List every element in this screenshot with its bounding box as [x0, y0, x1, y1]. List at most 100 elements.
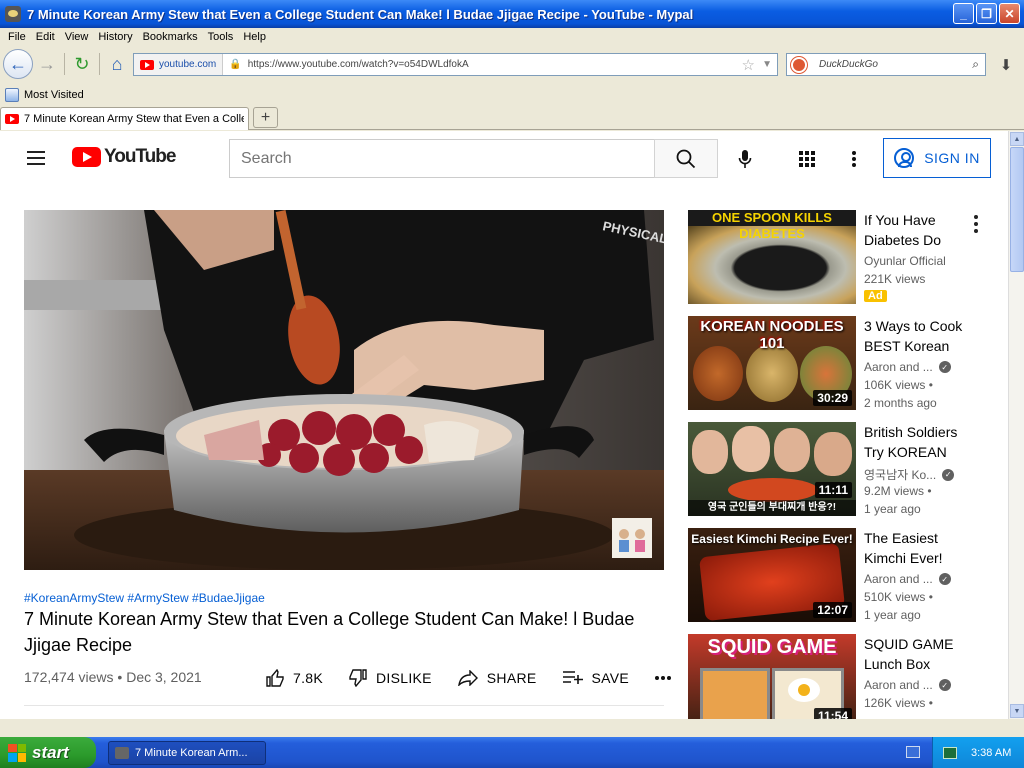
- view-count: 172,474 views: [24, 669, 114, 685]
- share-button[interactable]: SHARE: [457, 670, 537, 686]
- site-identity[interactable]: youtube.com: [134, 54, 224, 75]
- tab-active[interactable]: 7 Minute Korean Army Stew that Even a Co…: [0, 107, 249, 130]
- view-count: 106K views •: [864, 378, 933, 392]
- dislike-button[interactable]: DISLIKE: [349, 669, 432, 687]
- most-visited-bookmark[interactable]: Most Visited: [24, 89, 84, 101]
- view-count: 126K views •: [864, 696, 933, 710]
- video-duration: 11:11: [814, 482, 852, 498]
- search-engine-box[interactable]: DuckDuckGo ⌕: [786, 53, 986, 76]
- recommendation-item[interactable]: 영국 군인들의 부대찌개 반응?! 11:11 British Soldiers…: [688, 422, 998, 518]
- search-input[interactable]: [241, 149, 641, 168]
- youtube-logo[interactable]: YouTube: [72, 146, 176, 168]
- start-label: start: [32, 742, 69, 762]
- downloads-button[interactable]: ⬇: [994, 53, 1018, 76]
- channel-name[interactable]: Aaron and ... ✓: [864, 360, 951, 374]
- save-button[interactable]: SAVE: [562, 670, 630, 686]
- thumbnail-caption: KOREAN NOODLES 101: [700, 318, 844, 352]
- new-tab-button[interactable]: +: [253, 107, 278, 128]
- scroll-up-icon[interactable]: ▲: [1010, 132, 1024, 146]
- history-dropdown-icon[interactable]: ▼: [762, 59, 772, 70]
- menu-file[interactable]: File: [8, 31, 26, 43]
- recommendation-title[interactable]: SQUID GAME Lunch Box: [864, 634, 974, 674]
- recommendation-thumbnail[interactable]: SQUID GAME 11:54: [688, 634, 856, 719]
- section-divider: [24, 705, 664, 706]
- more-actions-button[interactable]: [655, 676, 680, 680]
- forward-button[interactable]: →: [33, 51, 61, 77]
- youtube-favicon-icon: [140, 59, 154, 70]
- mypal-app-icon: [5, 6, 21, 22]
- recommendation-title[interactable]: British Soldiers Try KOREAN: [864, 422, 974, 462]
- upload-age: 2 months ago: [864, 396, 937, 410]
- taskbar-window-item[interactable]: 7 Minute Korean Arm...: [108, 741, 266, 765]
- account-icon: [894, 148, 915, 168]
- more-vertical-icon: [852, 151, 856, 167]
- network-icon[interactable]: [943, 746, 957, 759]
- minimize-button[interactable]: _: [953, 3, 974, 24]
- search-engine-placeholder: DuckDuckGo: [819, 59, 878, 70]
- more-vertical-icon[interactable]: [968, 214, 984, 234]
- video-duration: 12:07: [813, 602, 852, 618]
- recommendation-thumbnail[interactable]: KOREAN NOODLES 101 30:29: [688, 316, 856, 410]
- youtube-search-field[interactable]: [229, 139, 655, 178]
- close-button[interactable]: ✕: [999, 3, 1020, 24]
- more-horizontal-icon: [655, 676, 672, 680]
- clock[interactable]: 3:38 AM: [971, 747, 1011, 759]
- taskbar-item-label: 7 Minute Korean Arm...: [135, 747, 248, 759]
- video-actions: 7.8K DISLIKE SHARE SAVE: [266, 669, 706, 687]
- start-button[interactable]: start: [0, 737, 96, 768]
- ad-badge: Ad: [864, 290, 887, 302]
- recommendation-item[interactable]: ONE SPOON KILLS DIABETES If You Have Dia…: [688, 210, 998, 306]
- menu-bookmarks[interactable]: Bookmarks: [143, 31, 198, 43]
- recommendation-title[interactable]: 3 Ways to Cook BEST Korean: [864, 316, 974, 356]
- menu-view[interactable]: View: [65, 31, 89, 43]
- video-player[interactable]: PHYSICAL: [24, 210, 664, 570]
- back-button[interactable]: ←: [3, 49, 33, 79]
- verified-check-icon: ✓: [938, 679, 951, 691]
- recommendation-thumbnail[interactable]: Easiest Kimchi Recipe Ever! 12:07: [688, 528, 856, 622]
- voice-search-button[interactable]: [730, 145, 760, 173]
- youtube-logo-text: YouTube: [104, 146, 176, 167]
- thumbnail-caption: SQUID GAME: [707, 636, 837, 658]
- channel-name[interactable]: Aaron and ... ✓: [864, 678, 951, 692]
- reload-button[interactable]: ↻: [68, 51, 96, 77]
- settings-more-button[interactable]: [844, 145, 864, 173]
- keyboard-layout-icon[interactable]: [906, 746, 920, 758]
- duckduckgo-icon[interactable]: [791, 56, 807, 73]
- menu-history[interactable]: History: [98, 31, 132, 43]
- search-icon[interactable]: ⌕: [972, 57, 979, 72]
- sign-in-button[interactable]: SIGN IN: [883, 138, 991, 178]
- channel-name[interactable]: 영국남자 Ko... ✓: [864, 466, 955, 483]
- scroll-down-icon[interactable]: ▼: [1010, 704, 1024, 718]
- lock-icon[interactable]: 🔒: [229, 59, 241, 70]
- menu-hamburger-icon[interactable]: [27, 151, 45, 165]
- recommendation-title[interactable]: If You Have Diabetes Do: [864, 210, 974, 250]
- channel-name[interactable]: Oyunlar Official: [864, 254, 946, 268]
- scrollbar-thumb[interactable]: [1010, 147, 1024, 272]
- home-button[interactable]: ⌂: [103, 51, 131, 77]
- youtube-header: YouTube SIGN IN: [0, 131, 1008, 187]
- like-button[interactable]: 7.8K: [266, 669, 323, 687]
- apps-button[interactable]: [794, 145, 820, 173]
- dislike-label: DISLIKE: [376, 670, 432, 686]
- menu-tools[interactable]: Tools: [208, 31, 234, 43]
- arrow-left-icon: ←: [9, 53, 27, 74]
- recommendation-item[interactable]: KOREAN NOODLES 101 30:29 3 Ways to Cook …: [688, 316, 998, 412]
- menu-help[interactable]: Help: [243, 31, 266, 43]
- bookmark-star-icon[interactable]: ☆: [742, 56, 755, 74]
- url-text[interactable]: https://www.youtube.com/watch?v=o54DWLdf…: [248, 59, 469, 70]
- recommendation-thumbnail[interactable]: ONE SPOON KILLS DIABETES: [688, 210, 856, 304]
- recommendation-item[interactable]: SQUID GAME 11:54 SQUID GAME Lunch Box Aa…: [688, 634, 998, 719]
- address-bar[interactable]: youtube.com 🔒 https://www.youtube.com/wa…: [133, 53, 778, 76]
- recommendation-item[interactable]: Easiest Kimchi Recipe Ever! 12:07 The Ea…: [688, 528, 998, 624]
- channel-name[interactable]: Aaron and ... ✓: [864, 572, 951, 586]
- restore-button[interactable]: ❐: [976, 3, 997, 24]
- recommendation-thumbnail[interactable]: 영국 군인들의 부대찌개 반응?! 11:11: [688, 422, 856, 516]
- vertical-scrollbar[interactable]: ▲ ▼: [1008, 131, 1024, 719]
- menu-edit[interactable]: Edit: [36, 31, 55, 43]
- recommendation-title[interactable]: The Easiest Kimchi Ever!: [864, 528, 974, 568]
- video-hashtags[interactable]: #KoreanArmyStew #ArmyStew #BudaeJjigae: [24, 591, 265, 605]
- bookmarks-toolbar: Most Visited: [0, 86, 1024, 104]
- playlist-add-icon: [562, 671, 583, 684]
- search-button[interactable]: [654, 139, 718, 178]
- share-icon: [457, 670, 478, 686]
